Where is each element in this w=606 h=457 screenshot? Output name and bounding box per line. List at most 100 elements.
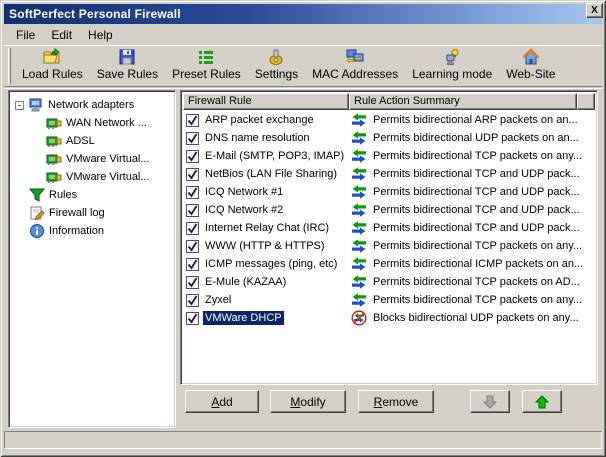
sidebar-item-network-adapters[interactable]: -Network adapters (11, 96, 173, 114)
table-row[interactable]: ICQ Network #1 Permits bidirectional TCP … (183, 183, 595, 201)
toolbar-load-rules-button[interactable]: Load Rules (15, 46, 90, 86)
table-row[interactable]: ICQ Network #2 Permits bidirectional TCP … (183, 201, 595, 219)
column-header-firewall-rule[interactable]: Firewall Rule (183, 93, 349, 110)
rule-checkbox[interactable] (186, 240, 199, 253)
summary-cell: Permits bidirectional TCP packets on AD.… (349, 274, 595, 290)
table-row[interactable]: E-Mail (SMTP, POP3, IMAP)Permits bidirec… (183, 147, 595, 165)
menu-help[interactable]: Help (80, 26, 121, 44)
table-row[interactable]: Zyxel Permits bidirectional TCP packets o… (183, 291, 595, 309)
sidebar-tree: -Network adaptersWAN Network ... ADSL VMwa… (11, 93, 173, 425)
toolbar-learning-mode-button[interactable]: Learning mode (405, 46, 499, 86)
table-row[interactable]: WWW (HTTP & HTTPS) Permits bidirectional … (183, 237, 595, 255)
summary-cell: Permits bidirectional TCP packets on any… (349, 238, 595, 254)
rule-cell: NetBios (LAN File Sharing) (183, 167, 349, 181)
summary-cell: Blocks bidirectional UDP packets on any.… (349, 310, 595, 326)
network-adapter-icon (46, 151, 62, 167)
rule-cell: ICQ Network #1 (183, 185, 349, 199)
block-arrows-icon (351, 310, 367, 326)
move-down-button[interactable] (470, 390, 510, 413)
toolbar-save-rules-button[interactable]: Save Rules (90, 46, 165, 86)
rule-checkbox[interactable] (186, 204, 199, 217)
computer-icon (28, 97, 44, 113)
rule-summary-text: Permits bidirectional ICMP packets on an… (373, 258, 583, 270)
rule-checkbox[interactable] (186, 222, 199, 235)
permit-arrows-icon (351, 238, 367, 254)
rule-checkbox[interactable] (186, 312, 199, 325)
rule-label[interactable]: WWW (HTTP & HTTPS) (203, 239, 327, 253)
permit-arrows-icon (351, 166, 367, 182)
toolbar-mac-addresses-button[interactable]: MAC Addresses (305, 46, 405, 86)
permit-arrows-icon (351, 202, 367, 218)
table-row[interactable]: E-Mule (KAZAA) Permits bidirectional TCP … (183, 273, 595, 291)
table-row[interactable]: DNS name resolution Permits bidirectional… (183, 129, 595, 147)
sidebar-item-vmware-virtual[interactable]: VMware Virtual... (11, 168, 173, 186)
permit-arrows-icon (351, 256, 367, 272)
sidebar-item-label: Firewall log (49, 207, 105, 219)
summary-cell: Permits bidirectional TCP and UDP pack..… (349, 220, 595, 236)
sidebar-item-vmware-virtual[interactable]: VMware Virtual... (11, 150, 173, 168)
arrow-up-icon (534, 394, 550, 410)
rule-label-selected[interactable]: VMWare DHCP (203, 311, 284, 325)
rule-summary-text: Permits bidirectional TCP packets on AD.… (373, 276, 580, 288)
move-up-button[interactable] (522, 390, 562, 413)
rule-label[interactable]: ICQ Network #1 (203, 185, 285, 199)
rule-checkbox[interactable] (186, 132, 199, 145)
table-row[interactable]: NetBios (LAN File Sharing)Permits bidire… (183, 165, 595, 183)
column-header-rule-action-summary[interactable]: Rule Action Summary (349, 93, 577, 110)
rule-summary-text: Permits bidirectional TCP packets on any… (373, 294, 582, 306)
rule-checkbox[interactable] (186, 258, 199, 271)
rule-cell: Zyxel (183, 293, 349, 307)
rule-summary-text: Permits bidirectional TCP and UDP pack..… (373, 222, 580, 234)
summary-cell: Permits bidirectional ARP packets on an.… (349, 112, 595, 128)
sidebar-item-wan-network[interactable]: WAN Network ... (11, 114, 173, 132)
rule-checkbox[interactable] (186, 168, 199, 181)
sidebar-item-information[interactable]: Information (11, 222, 173, 240)
rule-checkbox[interactable] (186, 114, 199, 127)
menu-edit[interactable]: Edit (43, 26, 80, 44)
rule-label[interactable]: Internet Relay Chat (IRC) (203, 221, 331, 235)
rule-cell: VMWare DHCP (183, 311, 349, 325)
menu-bar: FileEditHelp (4, 25, 602, 44)
add-button[interactable]: Add (185, 390, 259, 413)
rule-label[interactable]: Zyxel (203, 293, 233, 307)
rule-checkbox[interactable] (186, 294, 199, 307)
rule-label[interactable]: E-Mule (KAZAA) (203, 275, 288, 289)
toolbar-button-label: Web-Site (506, 67, 555, 81)
rule-label[interactable]: E-Mail (SMTP, POP3, IMAP) (203, 149, 346, 163)
mac-addresses-icon (346, 48, 364, 66)
table-row[interactable]: Internet Relay Chat (IRC) Permits bidirec… (183, 219, 595, 237)
table-row[interactable]: ARP packet exchange Permits bidirectional… (183, 111, 595, 129)
toolbar-gripper[interactable] (8, 48, 11, 84)
rule-checkbox[interactable] (186, 150, 199, 163)
close-button[interactable]: X (586, 3, 603, 18)
rule-summary-text: Blocks bidirectional UDP packets on any.… (373, 312, 579, 324)
remove-button[interactable]: Remove (358, 390, 434, 413)
summary-cell: Permits bidirectional TCP and UDP pack..… (349, 202, 595, 218)
rule-label[interactable]: ICMP messages (ping, etc) (203, 257, 339, 271)
arrow-down-icon (482, 394, 498, 410)
summary-cell: Permits bidirectional UDP packets on an.… (349, 130, 595, 146)
rule-label[interactable]: ICQ Network #2 (203, 203, 285, 217)
tree-expander-icon[interactable]: - (15, 101, 24, 110)
rule-summary-text: Permits bidirectional TCP and UDP pack..… (373, 186, 580, 198)
sidebar-item-adsl[interactable]: ADSL (11, 132, 173, 150)
rule-label[interactable]: NetBios (LAN File Sharing) (203, 167, 339, 181)
app-window: SoftPerfect Personal Firewall X FileEdit… (0, 0, 606, 457)
rule-checkbox[interactable] (186, 186, 199, 199)
funnel-icon (29, 187, 45, 203)
toolbar-button-label: Learning mode (412, 67, 492, 81)
sidebar-item-label: ADSL (66, 135, 95, 147)
table-row[interactable]: ICMP messages (ping, etc) Permits bidirec… (183, 255, 595, 273)
sidebar-item-label: Information (49, 225, 104, 237)
menu-file[interactable]: File (8, 26, 43, 44)
toolbar-settings-button[interactable]: Settings (248, 46, 305, 86)
sidebar-item-rules[interactable]: Rules (11, 186, 173, 204)
modify-button[interactable]: Modify (270, 390, 346, 413)
rule-label[interactable]: ARP packet exchange (203, 113, 316, 127)
sidebar-item-firewall-log[interactable]: Firewall log (11, 204, 173, 222)
toolbar-web-site-button[interactable]: Web-Site (499, 46, 562, 86)
rule-checkbox[interactable] (186, 276, 199, 289)
rule-label[interactable]: DNS name resolution (203, 131, 312, 145)
toolbar-preset-rules-button[interactable]: Preset Rules (165, 46, 248, 86)
table-row[interactable]: VMWare DHCP Blocks bidirectional UDP pack… (183, 309, 595, 327)
